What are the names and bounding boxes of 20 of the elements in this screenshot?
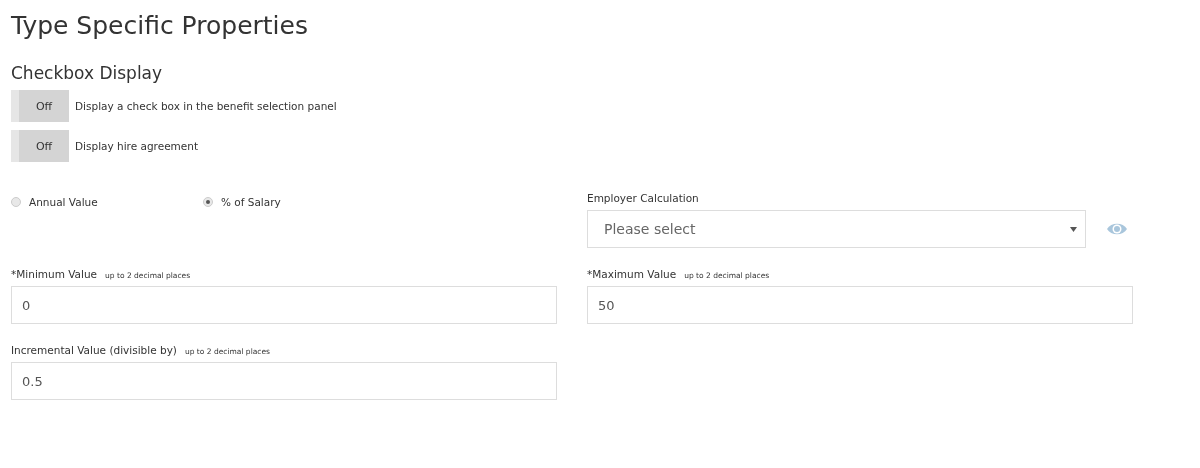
page-title: Type Specific Properties xyxy=(11,10,308,42)
input-field[interactable]: 0 xyxy=(11,286,557,324)
field-label: *Minimum Value xyxy=(11,268,98,280)
toggle-label: Display hire agreement xyxy=(75,140,199,152)
section-heading: Checkbox Display xyxy=(11,62,163,84)
field-label: Incremental Value (divisible by) xyxy=(11,344,177,356)
input-field[interactable]: 50 xyxy=(587,286,1133,324)
field-label: *Maximum Value xyxy=(587,268,677,280)
toggle-switch[interactable]: Off xyxy=(11,90,69,122)
eye-icon[interactable] xyxy=(1106,222,1128,236)
radio-option[interactable]: % of Salary xyxy=(203,196,395,208)
toggle-switch[interactable]: Off xyxy=(11,130,69,162)
toggle-label: Display a check box in the benefit selection panel xyxy=(75,100,337,112)
radio-button[interactable] xyxy=(11,197,21,207)
field-label: Employer Calculation xyxy=(587,192,699,204)
radio-option[interactable]: Annual Value xyxy=(11,196,203,208)
radio-button[interactable] xyxy=(203,197,213,207)
input-field[interactable]: 0.5 xyxy=(11,362,557,400)
caret-icon xyxy=(1070,226,1077,232)
dropdown[interactable]: Please select xyxy=(587,210,1086,248)
